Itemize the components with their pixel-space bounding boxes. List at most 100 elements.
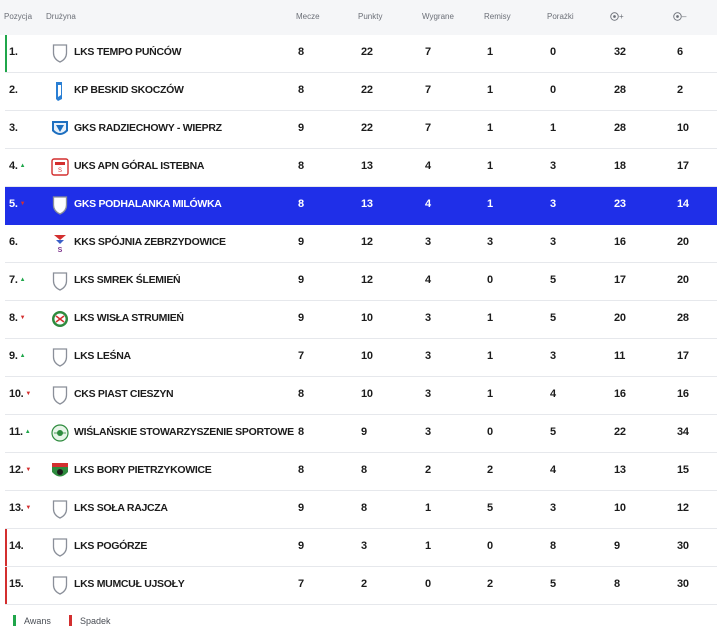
team-crest-icon: [51, 194, 69, 216]
goals-for-value: 11: [614, 350, 626, 362]
header-team[interactable]: Drużyna: [46, 12, 76, 21]
losses-value: 5: [550, 578, 556, 590]
ball-icon: [673, 12, 682, 22]
team-name[interactable]: LKS Soła Rajcza: [74, 502, 168, 514]
trend-down-icon: ▼: [25, 391, 32, 397]
wins-value: 7: [425, 46, 431, 58]
matches-value: 7: [298, 350, 304, 362]
legend-promotion: Awans: [24, 616, 51, 626]
goals-against-value: 2: [677, 84, 683, 96]
draws-value: 0: [487, 540, 493, 552]
draws-value: 3: [487, 236, 493, 248]
header-matches[interactable]: Mecze: [296, 12, 320, 21]
team-name[interactable]: LKS Tempo Puńców: [74, 46, 182, 58]
team-name[interactable]: KP Beskid Skoczów: [74, 84, 184, 96]
matches-value: 9: [298, 122, 304, 134]
team-name[interactable]: LKS Mumcuł Ujsoły: [74, 578, 185, 590]
table-row[interactable]: 3. GKS Radziechowy - Wieprz 9 22 7 1 1 28 10: [5, 111, 717, 149]
relegation-zone-marker: [5, 567, 7, 604]
goals-against-value: 20: [677, 236, 689, 248]
team-name[interactable]: GKS Radziechowy - Wieprz: [74, 122, 222, 134]
draws-value: 5: [487, 502, 493, 514]
team-name[interactable]: GKS Podhalanka Milówka: [74, 198, 222, 210]
losses-value: 3: [550, 160, 556, 172]
table-row[interactable]: 14. LKS Pogórze 9 3 1 0 8 9 30: [5, 529, 717, 567]
matches-value: 9: [298, 236, 304, 248]
goals-against-value: 17: [677, 160, 689, 172]
table-row[interactable]: 11. ▲ Wiślańskie Stowarzyszenie Sportowe 8 9…: [5, 415, 717, 453]
matches-value: 8: [298, 426, 304, 438]
header-wins[interactable]: Wygrane: [422, 12, 454, 21]
table-header: Pozycja Drużyna Mecze Punkty Wygrane Rem…: [0, 0, 717, 35]
team-crest-icon: [51, 536, 69, 558]
draws-value: 1: [487, 388, 493, 400]
draws-value: 0: [487, 274, 493, 286]
goals-against-value: 17: [677, 350, 689, 362]
losses-value: 5: [550, 312, 556, 324]
goals-against-value: 30: [677, 540, 689, 552]
losses-value: 5: [550, 426, 556, 438]
points-value: 22: [361, 46, 373, 58]
table-row[interactable]: 7. ▲ LKS Smrek Ślemień 9 12 4 0 5 17 20: [5, 263, 717, 301]
wins-value: 3: [425, 426, 431, 438]
table-row[interactable]: 15. LKS Mumcuł Ujsoły 7 2 0 2 5 8 30: [5, 567, 717, 605]
team-name[interactable]: LKS Smrek Ślemień: [74, 274, 181, 286]
goals-against-value: 16: [677, 388, 689, 400]
goals-against-value: 6: [677, 46, 683, 58]
table-row[interactable]: 4. ▲ S UKS APN Góral Istebna 8 13 4 1 3 18 17: [5, 149, 717, 187]
table-row[interactable]: 9. ▲ LKS Leśna 7 10 3 1 3 11 17: [5, 339, 717, 377]
table-row[interactable]: 10. ▼ CKS Piast Cieszyn 8 10 3 1 4 16 16: [5, 377, 717, 415]
header-goals-against[interactable]: –: [673, 12, 686, 22]
team-name[interactable]: KKS Spójnia Zebrzydowice: [74, 236, 226, 248]
header-points[interactable]: Punkty: [358, 12, 382, 21]
position: 9. ▲: [9, 350, 26, 362]
table-row[interactable]: 6. S KKS Spójnia Zebrzydowice 9 12 3 3 3 16 20: [5, 225, 717, 263]
team-name[interactable]: LKS Bory Pietrzykowice: [74, 464, 212, 476]
table-row[interactable]: 12. ▼ LKS Bory Pietrzykowice 8 8 2 2 4 13 15: [5, 453, 717, 491]
position: 1.: [9, 46, 18, 58]
table-row[interactable]: 5. ▼ GKS Podhalanka Milówka 8 13 4 1 3 23 14: [5, 187, 717, 225]
team-name[interactable]: UKS APN Góral Istebna: [74, 160, 205, 172]
losses-value: 5: [550, 274, 556, 286]
matches-value: 8: [298, 46, 304, 58]
table-row[interactable]: 1. LKS Tempo Puńców 8 22 7 1 0 32 6: [5, 35, 717, 73]
team-crest-icon: [51, 498, 69, 520]
wins-value: 1: [425, 540, 431, 552]
wins-value: 7: [425, 84, 431, 96]
team-name[interactable]: LKS Leśna: [74, 350, 131, 362]
table-row[interactable]: 2. KP Beskid Skoczów 8 22 7 1 0 28 2: [5, 73, 717, 111]
team-crest-icon: S: [51, 156, 69, 178]
points-value: 10: [361, 388, 373, 400]
trend-down-icon: ▼: [25, 505, 32, 511]
goals-against-value: 34: [677, 426, 689, 438]
header-losses[interactable]: Porażki: [547, 12, 574, 21]
points-value: 10: [361, 312, 373, 324]
team-crest-icon: [51, 422, 69, 444]
header-draws[interactable]: Remisy: [484, 12, 511, 21]
table-row[interactable]: 13. ▼ LKS Soła Rajcza 9 8 1 5 3 10 12: [5, 491, 717, 529]
team-name[interactable]: LKS Wisła Strumień: [74, 312, 184, 324]
wins-value: 4: [425, 160, 431, 172]
table-row[interactable]: 8. ▼ LKS Wisła Strumień 9 10 3 1 5 20 28: [5, 301, 717, 339]
wins-value: 3: [425, 350, 431, 362]
position: 7. ▲: [9, 274, 26, 286]
position: 3.: [9, 122, 18, 134]
matches-value: 7: [298, 578, 304, 590]
team-name[interactable]: Wiślańskie Stowarzyszenie Sportowe: [74, 426, 294, 438]
team-crest-icon: [51, 118, 69, 140]
points-value: 10: [361, 350, 373, 362]
team-name[interactable]: LKS Pogórze: [74, 540, 147, 552]
position: 15.: [9, 578, 24, 590]
header-goals-for[interactable]: +: [610, 12, 624, 22]
header-position[interactable]: Pozycja: [4, 12, 32, 21]
position: 13. ▼: [9, 502, 32, 514]
position: 4. ▲: [9, 160, 26, 172]
points-value: 2: [361, 578, 367, 590]
points-value: 9: [361, 426, 367, 438]
svg-text:S: S: [58, 168, 62, 174]
goals-against-value: 28: [677, 312, 689, 324]
team-name[interactable]: CKS Piast Cieszyn: [74, 388, 174, 400]
goals-for-value: 32: [614, 46, 626, 58]
trend-down-icon: ▼: [25, 467, 32, 473]
team-crest-icon: [51, 346, 69, 368]
